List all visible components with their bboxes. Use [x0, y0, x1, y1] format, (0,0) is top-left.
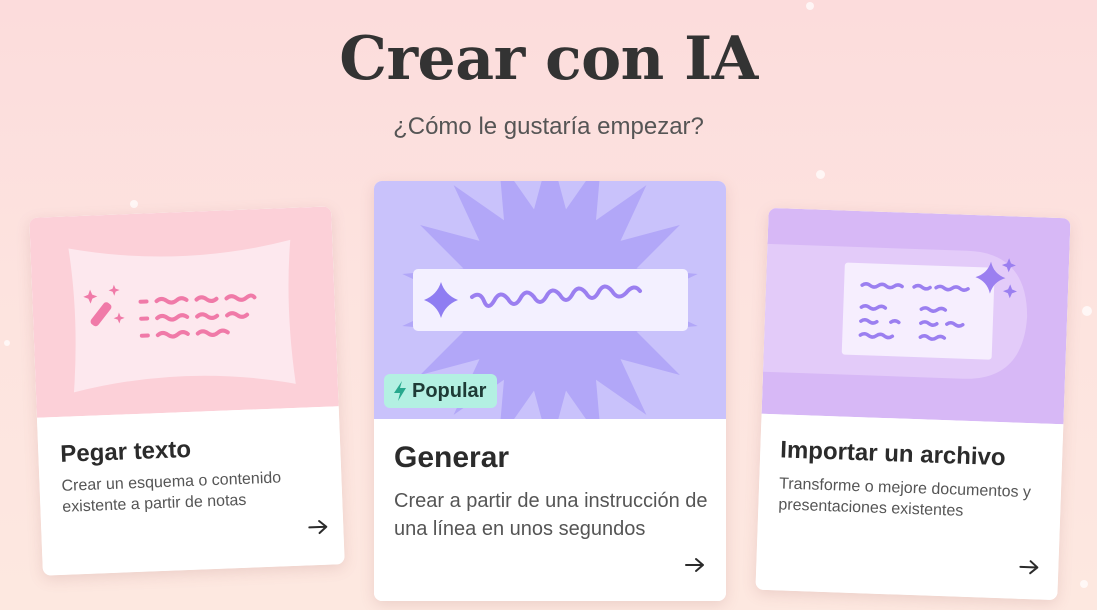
card-art: Popular [374, 181, 726, 450]
card-title: Generar [394, 441, 510, 474]
card-title: Pegar texto [59, 435, 192, 468]
page-subtitle: ¿Cómo le gustaría empezar? [393, 113, 704, 140]
card-art [29, 206, 339, 418]
background-dot [130, 200, 138, 208]
popular-badge: Popular [384, 374, 498, 408]
background-dot [816, 170, 825, 179]
arrow-right-icon[interactable] [684, 557, 706, 573]
card-description: Crear un esquema o contenido existente a… [61, 469, 282, 516]
background-dot [1082, 306, 1092, 316]
card-art [761, 207, 1071, 425]
card-description: Transforme o mejore documentos y present… [778, 475, 1032, 520]
background-dot [1080, 580, 1088, 588]
card-paste-text[interactable]: Pegar texto Crear un esquema o contenido… [29, 206, 345, 576]
paste-text-illustration [68, 239, 296, 393]
lightning-icon [394, 381, 406, 401]
background-dot [4, 340, 10, 346]
card-description: Crear a partir de una instrucción de una… [394, 490, 708, 540]
import-file-illustration [763, 243, 1028, 379]
page-title: Crear con IA [339, 24, 758, 94]
card-generate[interactable]: Popular Generar Crear a partir de una in… [374, 181, 726, 601]
card-import-file[interactable]: Importar un archivo Transforme o mejore … [755, 207, 1071, 601]
arrow-right-icon[interactable] [1018, 559, 1041, 576]
popular-badge-label: Popular [412, 379, 487, 402]
arrow-right-icon[interactable] [307, 519, 330, 536]
background-dot [806, 2, 814, 10]
card-title: Importar un archivo [779, 436, 1007, 472]
